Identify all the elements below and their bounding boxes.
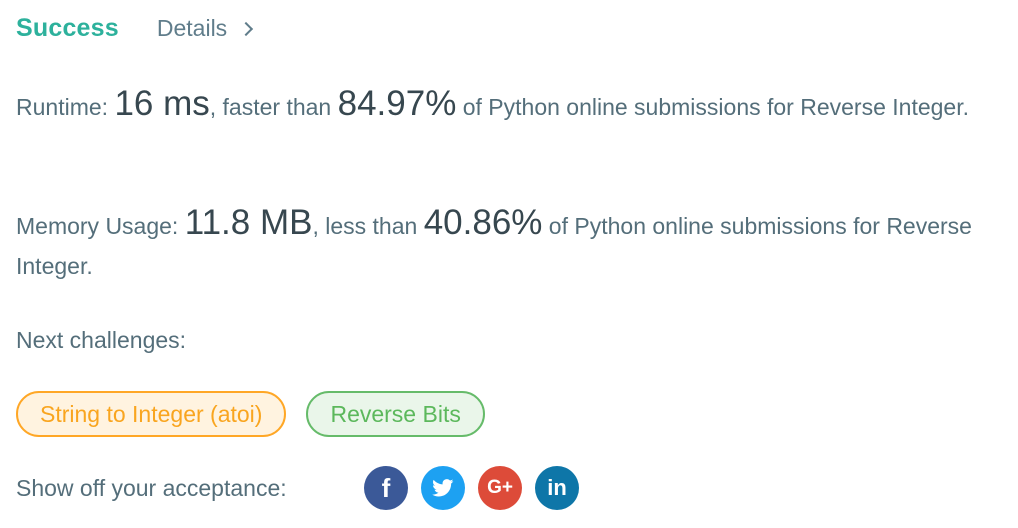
result-header: Success Details [16, 8, 254, 48]
status-success-label: Success [16, 13, 119, 42]
runtime-suffix: of Python online submissions for Reverse… [456, 94, 969, 120]
next-challenges-list: String to Integer (atoi) Reverse Bits [16, 391, 505, 437]
challenge-reverse-bits-button[interactable]: Reverse Bits [306, 391, 485, 437]
next-challenges-label: Next challenges: [16, 327, 187, 353]
challenge-string-to-integer-button[interactable]: String to Integer (atoi) [16, 391, 287, 437]
memory-label: Memory Usage: [16, 213, 185, 239]
share-row: Show off your acceptance: f G+ in [16, 466, 592, 510]
google-plus-icon[interactable]: G+ [478, 466, 522, 510]
memory-percent: 40.86% [423, 203, 543, 242]
facebook-icon[interactable]: f [364, 466, 408, 510]
memory-comparison: , less than [312, 213, 424, 239]
share-label: Show off your acceptance: [16, 474, 287, 501]
runtime-label: Runtime: [16, 94, 115, 120]
submission-result-panel: Success Details Runtime: 16 ms, faster t… [0, 0, 1018, 528]
memory-stat: Memory Usage: 11.8 MB, less than 40.86% … [16, 203, 996, 286]
details-link[interactable]: Details [156, 14, 254, 42]
memory-value: 11.8 MB [184, 203, 313, 242]
twitter-icon[interactable] [421, 466, 465, 510]
runtime-percent: 84.97% [337, 84, 457, 123]
runtime-stat: Runtime: 16 ms, faster than 84.97% of Py… [16, 84, 996, 127]
runtime-comparison: , faster than [209, 94, 338, 120]
details-label: Details [156, 14, 228, 41]
linkedin-icon[interactable]: in [535, 466, 579, 510]
chevron-right-icon [239, 21, 254, 37]
runtime-value: 16 ms [114, 84, 210, 123]
